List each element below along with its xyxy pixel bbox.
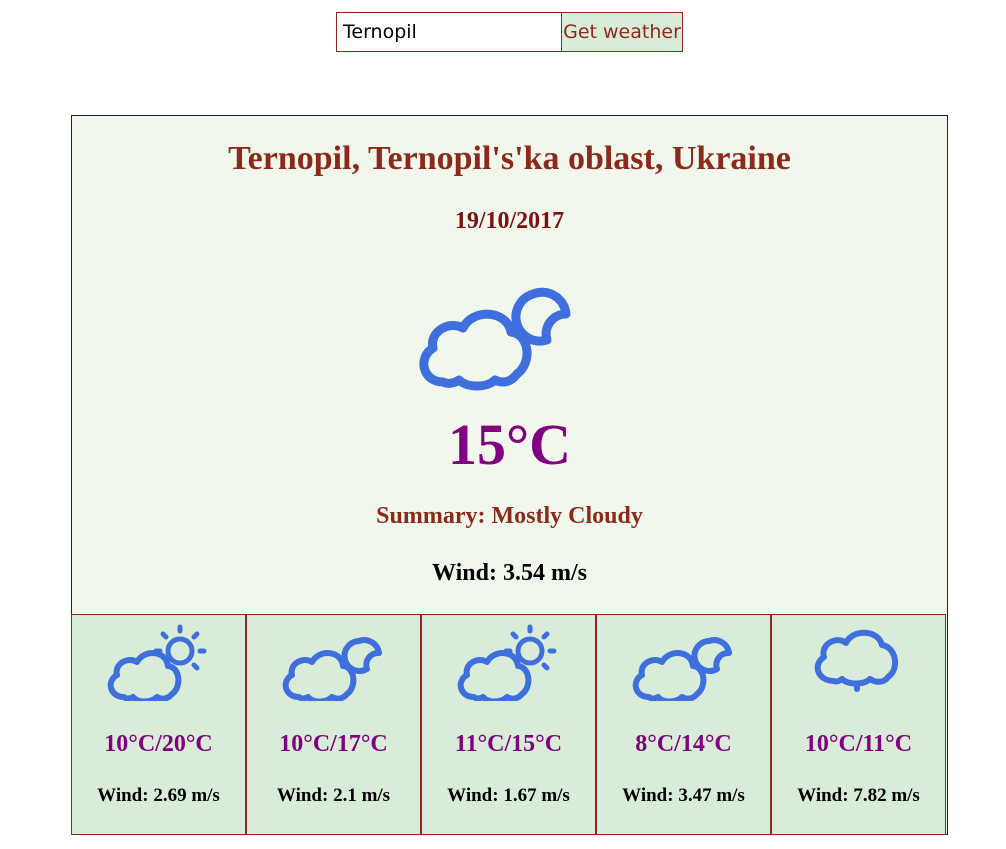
- cloud-moon-icon: [632, 637, 732, 701]
- forecast-day: 11°C/15°C Wind: 1.67 m/s: [421, 614, 596, 835]
- forecast-temperature: 11°C/15°C: [454, 731, 563, 757]
- summary-value: Mostly Cloudy: [491, 503, 643, 529]
- search-bar: Get weather: [336, 12, 683, 52]
- forecast-day: 10°C/11°C Wind: 7.82 m/s: [771, 614, 946, 835]
- weather-summary: Summary: Mostly Cloudy: [72, 503, 947, 530]
- wind-value: 3.47 m/s: [678, 785, 745, 806]
- wind-value: 7.82 m/s: [853, 785, 920, 806]
- forecast-wind: Wind: 2.1 m/s: [247, 785, 420, 807]
- cloud-sun-icon: [107, 624, 207, 701]
- wind-label: Wind:: [622, 785, 674, 806]
- cloud-drizzle-icon: [814, 629, 899, 692]
- wind-value: 3.54 m/s: [502, 560, 587, 586]
- wind-label: Wind:: [276, 785, 329, 806]
- forecast-temperature: 10°C/20°C: [104, 731, 213, 757]
- forecast-wind: Wind: 2.69 m/s: [72, 785, 245, 807]
- wind-value: 1.67 m/s: [503, 785, 570, 806]
- location-title: Ternopil, Ternopil's'ka oblast, Ukraine: [228, 140, 791, 177]
- forecast-wind: Wind: 7.82 m/s: [772, 785, 945, 807]
- forecast-wind: Wind: 1.67 m/s: [422, 785, 595, 807]
- forecast-row: 10°C/20°C Wind: 2.69 m/s 10°C/17°C Wind:…: [71, 614, 948, 835]
- wind-value: 2.69 m/s: [153, 785, 220, 806]
- current-wind: Wind: 3.54 m/s: [72, 560, 947, 587]
- cloud-sun-icon: [457, 624, 557, 701]
- forecast-wind: Wind: 3.47 m/s: [597, 785, 770, 807]
- forecast-temperature: 10°C/11°C: [804, 731, 913, 757]
- forecast-temperature: 8°C/14°C: [635, 731, 732, 757]
- summary-label: Summary:: [376, 503, 486, 529]
- weather-card: Ternopil, Ternopil's'ka oblast, Ukraine …: [71, 115, 948, 835]
- get-weather-button[interactable]: Get weather: [561, 12, 683, 52]
- cloud-moon-icon: [419, 287, 571, 391]
- city-search-input[interactable]: [336, 12, 561, 52]
- wind-label: Wind:: [432, 560, 497, 586]
- current-date: 19/10/2017: [454, 208, 565, 234]
- current-temperature: 15°C: [447, 412, 572, 477]
- wind-label: Wind:: [797, 785, 849, 806]
- wind-value: 2.1 m/s: [333, 785, 391, 806]
- wind-label: Wind:: [447, 785, 499, 806]
- wind-label: Wind:: [97, 785, 149, 806]
- forecast-day: 10°C/17°C Wind: 2.1 m/s: [246, 614, 421, 835]
- cloud-moon-icon: [282, 637, 382, 701]
- forecast-day: 10°C/20°C Wind: 2.69 m/s: [71, 614, 246, 835]
- forecast-day: 8°C/14°C Wind: 3.47 m/s: [596, 614, 771, 835]
- forecast-temperature: 10°C/17°C: [279, 731, 388, 757]
